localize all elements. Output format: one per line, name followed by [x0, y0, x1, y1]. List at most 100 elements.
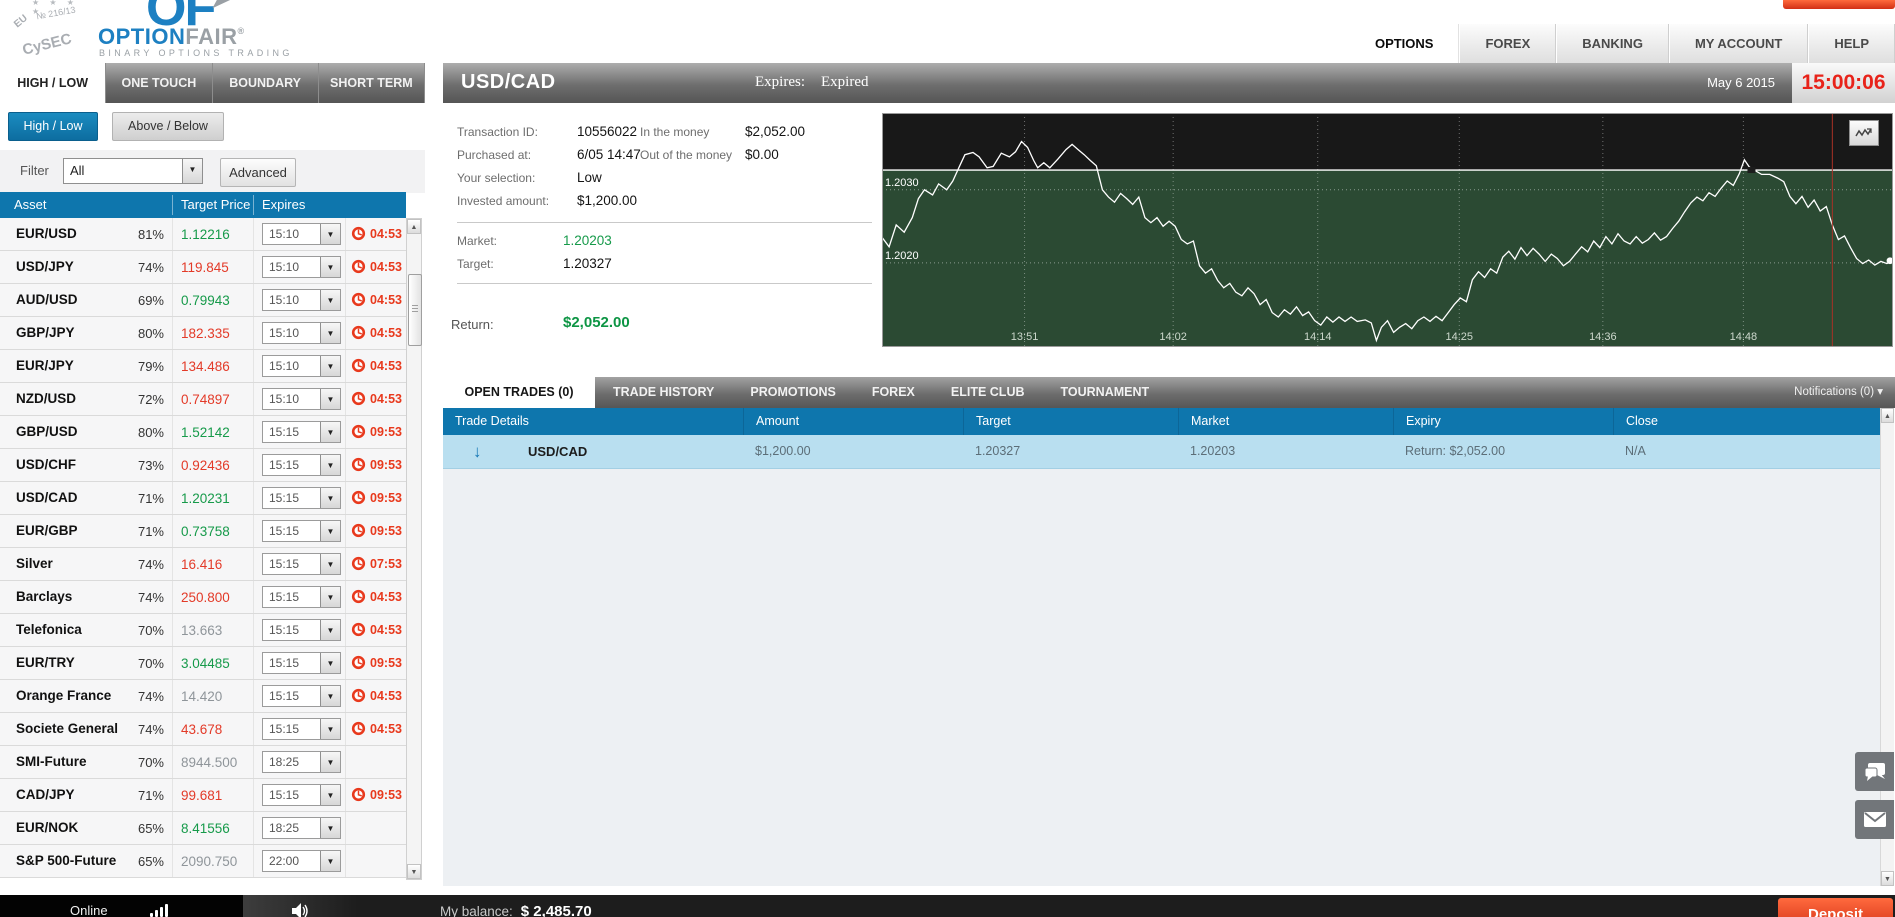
- expiry-select[interactable]: 18:25▼: [262, 817, 341, 839]
- mode-button-high-low[interactable]: High / Low: [8, 112, 98, 141]
- top-right-red-banner[interactable]: [1783, 0, 1895, 9]
- asset-row-aud-usd[interactable]: AUD/USD69%0.7994315:10▼04:53: [0, 284, 406, 317]
- scroll-thumb[interactable]: [408, 274, 422, 346]
- nav-tab-help[interactable]: HELP: [1808, 24, 1895, 63]
- expiry-select[interactable]: 18:25▼: [262, 751, 341, 773]
- advanced-button[interactable]: Advanced: [220, 158, 296, 187]
- asset-row-eur-gbp[interactable]: EUR/GBP71%0.7375815:15▼09:53: [0, 515, 406, 548]
- filter-select[interactable]: All ▼: [63, 158, 203, 184]
- filter-dropdown-arrow-icon[interactable]: ▼: [182, 159, 202, 183]
- tab-boundary[interactable]: BOUNDARY: [213, 63, 319, 103]
- tab-trade-history[interactable]: TRADE HISTORY: [595, 377, 732, 408]
- asset-row-eur-try[interactable]: EUR/TRY70%3.0448515:15▼09:53: [0, 647, 406, 680]
- asset-row-usd-jpy[interactable]: USD/JPY74%119.84515:10▼04:53: [0, 251, 406, 284]
- tab-forex[interactable]: FOREX: [854, 377, 933, 408]
- expiry-dropdown-arrow-icon[interactable]: ▼: [320, 554, 340, 574]
- expiry-dropdown-arrow-icon[interactable]: ▼: [320, 257, 340, 277]
- expiry-dropdown-arrow-icon[interactable]: ▼: [320, 620, 340, 640]
- expiry-select[interactable]: 15:15▼: [262, 454, 341, 476]
- asset-row-cad-jpy[interactable]: CAD/JPY71%99.68115:15▼09:53: [0, 779, 406, 812]
- expiry-dropdown-arrow-icon[interactable]: ▼: [320, 653, 340, 673]
- deposit-button[interactable]: Deposit: [1778, 898, 1893, 917]
- scroll-down-arrow-icon[interactable]: ▼: [1881, 871, 1894, 886]
- expiry-select[interactable]: 15:15▼: [262, 652, 341, 674]
- nav-tab-forex[interactable]: FOREX: [1459, 24, 1556, 63]
- expiry-select[interactable]: 22:00▼: [262, 850, 341, 872]
- expiry-select[interactable]: 15:15▼: [262, 553, 341, 575]
- asset-row-gbp-usd[interactable]: GBP/USD80%1.5214215:15▼09:53: [0, 416, 406, 449]
- expiry-dropdown-arrow-icon[interactable]: ▼: [320, 224, 340, 244]
- expiry-dropdown-arrow-icon[interactable]: ▼: [320, 488, 340, 508]
- expiry-select[interactable]: 15:10▼: [262, 289, 341, 311]
- brand-logo[interactable]: OPTIONFAIR®: [98, 24, 245, 50]
- expiry-select[interactable]: 15:15▼: [262, 487, 341, 509]
- expiry-select[interactable]: 15:15▼: [262, 784, 341, 806]
- expiry-dropdown-arrow-icon[interactable]: ▼: [320, 356, 340, 376]
- expiry-select[interactable]: 15:10▼: [262, 388, 341, 410]
- expiry-dropdown-arrow-icon[interactable]: ▼: [320, 686, 340, 706]
- expiry-select[interactable]: 15:10▼: [262, 355, 341, 377]
- asset-row-s-p-500-future[interactable]: S&P 500-Future65%2090.75022:00▼: [0, 845, 406, 878]
- nav-tab-options[interactable]: OPTIONS: [1349, 24, 1460, 63]
- notifications-dropdown[interactable]: Notifications (0) ▾: [1794, 377, 1883, 408]
- expiry-dropdown-arrow-icon[interactable]: ▼: [320, 587, 340, 607]
- tab-elite-club[interactable]: ELITE CLUB: [933, 377, 1043, 408]
- email-button[interactable]: [1855, 800, 1894, 839]
- tab-open-trades-0[interactable]: OPEN TRADES (0): [443, 377, 595, 408]
- asset-list-scrollbar[interactable]: ▲ ▼: [406, 218, 422, 880]
- asset-row-telefonica[interactable]: Telefonica70%13.66315:15▼04:53: [0, 614, 406, 647]
- expiry-select[interactable]: 15:10▼: [262, 256, 341, 278]
- asset-row-eur-nok[interactable]: EUR/NOK65%8.4155618:25▼: [0, 812, 406, 845]
- tab-promotions[interactable]: PROMOTIONS: [732, 377, 853, 408]
- expiry-dropdown-arrow-icon[interactable]: ▼: [320, 752, 340, 772]
- asset-row-eur-jpy[interactable]: EUR/JPY79%134.48615:10▼04:53: [0, 350, 406, 383]
- chart-type-button[interactable]: [1849, 120, 1879, 146]
- scroll-up-arrow-icon[interactable]: ▲: [1881, 408, 1894, 423]
- asset-row-smi-future[interactable]: SMI-Future70%8944.50018:25▼: [0, 746, 406, 779]
- nav-tab-my-account[interactable]: MY ACCOUNT: [1669, 24, 1808, 63]
- expiry-dropdown-arrow-icon[interactable]: ▼: [320, 818, 340, 838]
- tab-one-touch[interactable]: ONE TOUCH: [106, 63, 212, 103]
- expiry-select[interactable]: 15:15▼: [262, 586, 341, 608]
- expiry-dropdown-arrow-icon[interactable]: ▼: [320, 785, 340, 805]
- expiry-dropdown-arrow-icon[interactable]: ▼: [320, 851, 340, 871]
- asset-row-gbp-jpy[interactable]: GBP/JPY80%182.33515:10▼04:53: [0, 317, 406, 350]
- chat-bubbles-icon: [1864, 762, 1886, 782]
- expiry-dropdown-arrow-icon[interactable]: ▼: [320, 455, 340, 475]
- asset-row-societe-general[interactable]: Societe General74%43.67815:15▼04:53: [0, 713, 406, 746]
- expiry-select[interactable]: 15:15▼: [262, 619, 341, 641]
- tab-tournament[interactable]: TOURNAMENT: [1043, 377, 1168, 408]
- expiry-select[interactable]: 15:15▼: [262, 685, 341, 707]
- scroll-up-arrow-icon[interactable]: ▲: [407, 219, 421, 234]
- expiry-select[interactable]: 15:15▼: [262, 718, 341, 740]
- expiry-select[interactable]: 15:15▼: [262, 520, 341, 542]
- speaker-icon[interactable]: [291, 903, 309, 917]
- asset-name: USD/CHF: [16, 457, 76, 472]
- trade-row-usd-cad[interactable]: ↓USD/CAD$1,200.001.203271.20203Return: $…: [443, 435, 1880, 469]
- expiry-select[interactable]: 15:10▼: [262, 322, 341, 344]
- expiry-dropdown-arrow-icon[interactable]: ▼: [320, 389, 340, 409]
- mode-button-above-below[interactable]: Above / Below: [112, 112, 224, 141]
- expiry-select[interactable]: 15:10▼: [262, 223, 341, 245]
- live-chat-button[interactable]: [1855, 752, 1894, 791]
- asset-row-eur-usd[interactable]: EUR/USD81%1.1221615:10▼04:53: [0, 218, 406, 251]
- asset-row-nzd-usd[interactable]: NZD/USD72%0.7489715:10▼04:53: [0, 383, 406, 416]
- tab-high-low[interactable]: HIGH / LOW: [0, 63, 106, 103]
- asset-row-barclays[interactable]: Barclays74%250.80015:15▼04:53: [0, 581, 406, 614]
- expiry-dropdown-arrow-icon[interactable]: ▼: [320, 719, 340, 739]
- scroll-down-arrow-icon[interactable]: ▼: [407, 864, 421, 879]
- expiry-dropdown-arrow-icon[interactable]: ▼: [320, 521, 340, 541]
- asset-row-usd-chf[interactable]: USD/CHF73%0.9243615:15▼09:53: [0, 449, 406, 482]
- expiry-dropdown-arrow-icon[interactable]: ▼: [320, 422, 340, 442]
- expiry-dropdown-arrow-icon[interactable]: ▼: [320, 323, 340, 343]
- nav-tab-banking[interactable]: BANKING: [1556, 24, 1669, 63]
- asset-row-silver[interactable]: Silver74%16.41615:15▼07:53: [0, 548, 406, 581]
- field-label: Transaction ID:: [457, 125, 538, 139]
- expiry-select[interactable]: 15:15▼: [262, 421, 341, 443]
- asset-row-orange-france[interactable]: Orange France74%14.42015:15▼04:53: [0, 680, 406, 713]
- bottom-tabs: OPEN TRADES (0)TRADE HISTORYPROMOTIONSFO…: [443, 383, 1167, 400]
- countdown-text: 04:53: [370, 293, 402, 307]
- asset-row-usd-cad[interactable]: USD/CAD71%1.2023115:15▼09:53: [0, 482, 406, 515]
- expiry-dropdown-arrow-icon[interactable]: ▼: [320, 290, 340, 310]
- tab-short-term[interactable]: SHORT TERM: [319, 63, 425, 103]
